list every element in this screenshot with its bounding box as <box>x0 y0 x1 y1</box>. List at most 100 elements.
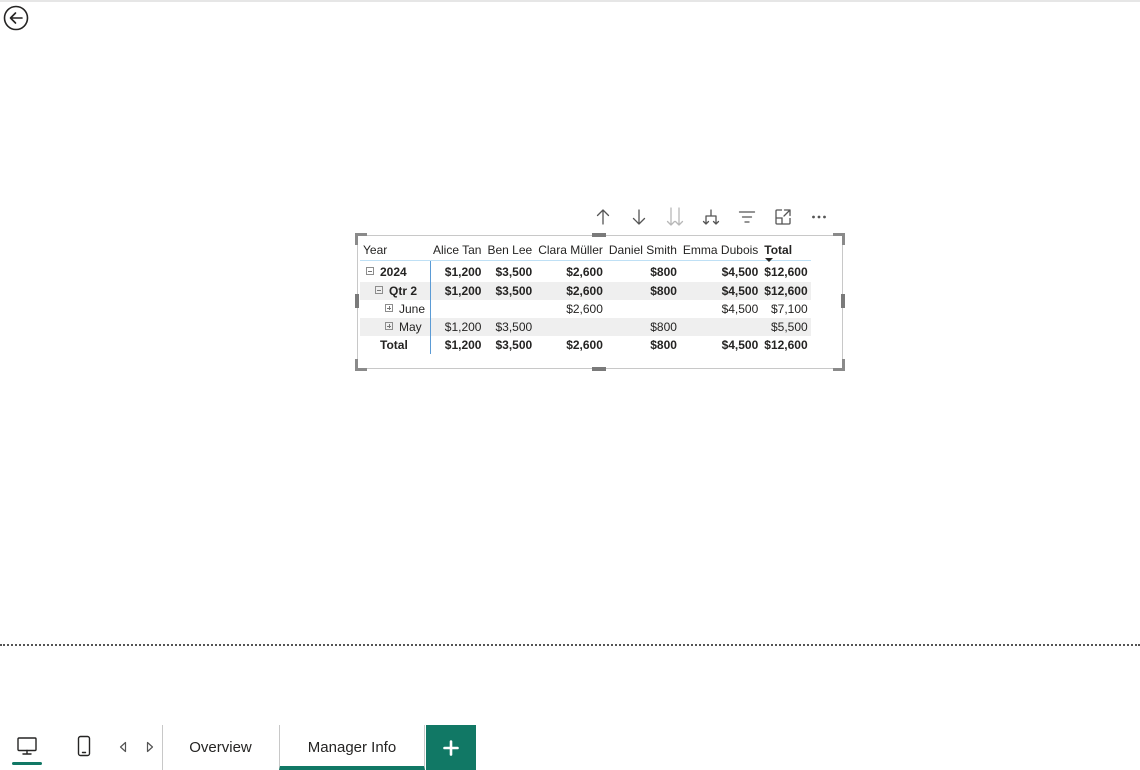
focus-mode-icon <box>775 209 791 225</box>
column-header-clara-muller[interactable]: Clara Müller <box>535 240 606 261</box>
add-page-button[interactable] <box>426 725 476 770</box>
report-canvas: Year Alice Tan Ben Lee Clara Müller Dani… <box>0 0 1140 645</box>
page-boundary-line <box>0 644 1140 646</box>
expand-plus-icon[interactable] <box>385 304 393 312</box>
collapse-minus-icon[interactable] <box>366 267 374 276</box>
mobile-view-button[interactable] <box>70 732 98 760</box>
value-cell[interactable]: $12,600 <box>761 282 811 300</box>
triangle-left-icon <box>119 741 127 753</box>
value-cell[interactable]: $2,600 <box>535 300 606 318</box>
more-options-button[interactable] <box>808 206 830 228</box>
row-header-cell[interactable]: 2024 <box>360 260 431 282</box>
row-header-label: 2024 <box>380 265 407 280</box>
value-cell[interactable]: $800 <box>605 318 680 336</box>
double-arrow-down-icon <box>666 207 684 226</box>
resize-handle-right[interactable] <box>841 294 845 308</box>
row-header-cell[interactable]: Total <box>360 336 431 354</box>
value-cell[interactable]: $3,500 <box>484 336 535 354</box>
value-cell[interactable]: $4,500 <box>680 300 761 318</box>
column-header-emma-dubois[interactable]: Emma Dubois <box>679 240 762 261</box>
row-header-label: Qtr 2 <box>389 284 418 298</box>
plus-icon <box>443 739 459 756</box>
next-page-button[interactable] <box>144 740 156 754</box>
resize-corner-bottom-right[interactable] <box>833 359 845 371</box>
resize-handle-top[interactable] <box>592 233 606 237</box>
matrix-table: Year Alice Tan Ben Lee Clara Müller Dani… <box>360 240 811 354</box>
row-header-label: Total <box>380 338 408 352</box>
matrix-visual[interactable]: Year Alice Tan Ben Lee Clara Müller Dani… <box>355 233 845 371</box>
matrix-row: Total $1,200 $3,500 $2,600 $800 $4,500 $12,600 <box>360 336 811 354</box>
collapse-minus-icon[interactable] <box>375 286 383 294</box>
back-button[interactable] <box>3 5 29 31</box>
value-cell[interactable]: $5,500 <box>761 318 811 336</box>
value-cell[interactable] <box>484 300 535 318</box>
resize-handle-bottom[interactable] <box>592 367 606 371</box>
value-cell[interactable]: $4,500 <box>680 260 761 282</box>
back-arrow-circle-icon <box>3 5 29 31</box>
row-header-label: June <box>399 302 426 316</box>
value-cell[interactable]: $7,100 <box>761 300 810 318</box>
value-cell[interactable]: $3,500 <box>484 282 536 300</box>
arrow-down-icon <box>632 209 646 225</box>
value-cell[interactable]: $1,200 <box>430 282 485 300</box>
row-header-cell[interactable]: May <box>360 318 431 336</box>
expand-plus-icon[interactable] <box>385 322 393 330</box>
tab-manager-info[interactable]: Manager Info <box>279 725 425 770</box>
column-header-total-label: Total <box>764 242 793 257</box>
column-header-row: Year Alice Tan Ben Lee Clara Müller Dani… <box>360 240 811 262</box>
value-cell[interactable]: $4,500 <box>679 282 762 300</box>
value-cell[interactable] <box>430 300 484 318</box>
value-cell[interactable]: $800 <box>605 282 680 300</box>
desktop-view-button[interactable] <box>13 732 41 760</box>
row-header-title[interactable]: Year <box>360 240 430 261</box>
next-level-button[interactable] <box>664 206 686 228</box>
value-cell[interactable]: $2,600 <box>535 336 606 354</box>
value-cell[interactable]: $12,600 <box>761 260 810 282</box>
filter-button[interactable] <box>736 206 758 228</box>
matrix-row: Qtr 2 $1,200 $3,500 $2,600 $800 $4,500 $12,600 <box>360 282 811 300</box>
row-header-cell[interactable]: Qtr 2 <box>360 282 431 300</box>
value-cell[interactable]: $4,500 <box>680 336 761 354</box>
column-header-ben-lee[interactable]: Ben Lee <box>484 240 536 261</box>
triangle-right-icon <box>146 741 154 753</box>
row-header-cell[interactable]: June <box>360 300 431 318</box>
expand-hierarchy-icon <box>702 209 720 225</box>
value-cell[interactable]: $800 <box>606 260 680 282</box>
desktop-view-active-indicator <box>12 762 42 765</box>
focus-mode-button[interactable] <box>772 206 794 228</box>
visual-header-toolbar <box>592 206 830 228</box>
page-tab-bar: Overview Manager Info <box>0 720 1140 770</box>
value-cell[interactable]: $3,500 <box>484 318 536 336</box>
more-options-icon <box>812 215 826 219</box>
value-cell[interactable]: $2,600 <box>535 260 606 282</box>
column-header-alice-tan[interactable]: Alice Tan <box>430 240 485 261</box>
value-cell[interactable] <box>535 318 606 336</box>
phone-icon <box>77 735 91 757</box>
value-cell[interactable]: $1,200 <box>430 336 484 354</box>
value-cell[interactable]: $1,200 <box>430 260 484 282</box>
matrix-row: June $2,600 $4,500 $7,100 <box>360 300 811 318</box>
expand-hierarchy-button[interactable] <box>700 206 722 228</box>
resize-handle-left[interactable] <box>355 294 359 308</box>
arrow-up-icon <box>596 209 610 225</box>
previous-page-button[interactable] <box>117 740 129 754</box>
matrix-body: 2024 $1,200 $3,500 $2,600 $800 $4,500 $12,600 Q… <box>360 260 811 354</box>
value-cell[interactable] <box>606 300 680 318</box>
value-cell[interactable]: $2,600 <box>535 282 606 300</box>
column-header-daniel-smith[interactable]: Daniel Smith <box>605 240 680 261</box>
sort-descending-icon <box>765 258 774 262</box>
column-header-total[interactable]: Total <box>761 240 811 262</box>
drill-up-button[interactable] <box>592 206 614 228</box>
value-cell[interactable]: $3,500 <box>484 260 535 282</box>
resize-corner-bottom-left[interactable] <box>355 359 367 371</box>
drill-down-button[interactable] <box>628 206 650 228</box>
value-cell[interactable]: $800 <box>606 336 680 354</box>
resize-corner-top-right[interactable] <box>833 233 845 245</box>
matrix-row: May $1,200 $3,500 $800 $5,500 <box>360 318 811 336</box>
row-header-label: May <box>399 320 422 334</box>
value-cell[interactable]: $1,200 <box>430 318 485 336</box>
value-cell[interactable]: $12,600 <box>761 336 810 354</box>
value-cell[interactable] <box>679 318 762 336</box>
desktop-icon <box>17 737 37 755</box>
tab-overview[interactable]: Overview <box>163 725 278 770</box>
